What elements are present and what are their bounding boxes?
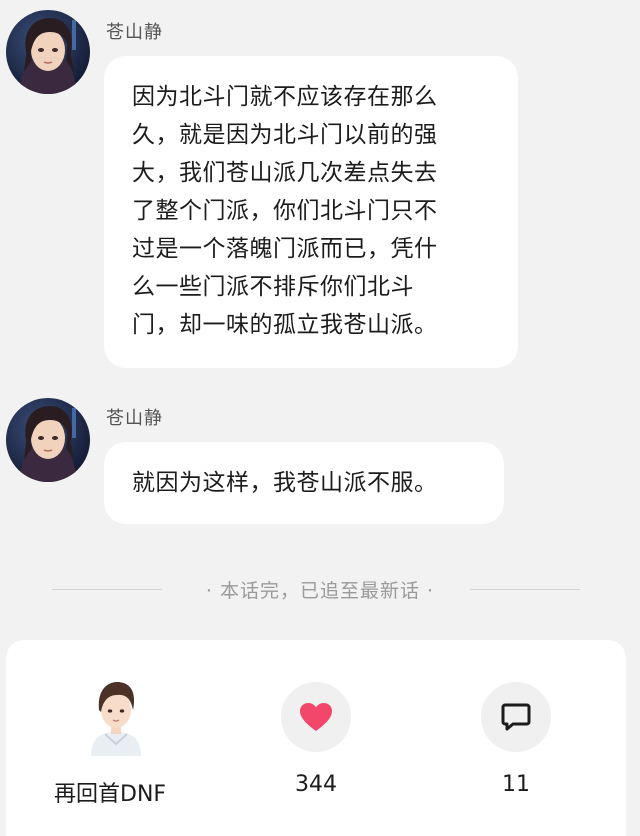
character-portrait-icon bbox=[20, 406, 76, 482]
message-line: 么一些门派不排斥你们北斗 bbox=[132, 274, 414, 300]
message-bubble: 因为北斗门就不应该存在那么 久，就是因为北斗门以前的强 大，我们苍山派几次差点失… bbox=[104, 56, 518, 368]
like-action[interactable]: 344 bbox=[276, 682, 356, 797]
message-line: 就因为这样，我苍山派不服。 bbox=[132, 470, 438, 496]
sender-name: 苍山静 bbox=[106, 22, 163, 43]
sender-name: 苍山静 bbox=[106, 408, 163, 429]
message-line: 因为北斗门就不应该存在那么 bbox=[132, 84, 438, 110]
message-line: 大，我们苍山派几次差点失去 bbox=[132, 160, 438, 186]
author-name[interactable]: 再回首DNF bbox=[54, 776, 186, 808]
sender-avatar[interactable] bbox=[6, 10, 90, 94]
comment-icon bbox=[501, 703, 531, 731]
message-line: 过是一个落魄门派而已，凭什 bbox=[132, 236, 438, 262]
message-line: 久，就是因为北斗门以前的强 bbox=[132, 122, 438, 148]
author-avatar[interactable] bbox=[85, 678, 147, 756]
interaction-footer: 再回首DNF 344 11 bbox=[6, 640, 626, 836]
heart-icon bbox=[300, 703, 332, 731]
comment-count: 11 bbox=[502, 772, 530, 797]
chapter-end-divider: · 本话完，已追至最新话 · bbox=[0, 574, 640, 604]
chapter-end-text: · 本话完，已追至最新话 · bbox=[205, 580, 435, 602]
character-portrait-icon bbox=[20, 18, 76, 94]
message-bubble: 就因为这样，我苍山派不服。 bbox=[104, 442, 504, 524]
author-portrait-icon bbox=[91, 682, 141, 756]
message-line: 了整个门派，你们北斗门只不 bbox=[132, 198, 438, 224]
comment-action[interactable]: 11 bbox=[476, 682, 556, 797]
message-line: 门，却一味的孤立我苍山派。 bbox=[132, 312, 438, 338]
like-count: 344 bbox=[295, 772, 337, 797]
comment-button[interactable] bbox=[481, 682, 551, 752]
sender-avatar[interactable] bbox=[6, 398, 90, 482]
like-button[interactable] bbox=[281, 682, 351, 752]
author-profile[interactable]: 再回首DNF bbox=[46, 678, 186, 808]
